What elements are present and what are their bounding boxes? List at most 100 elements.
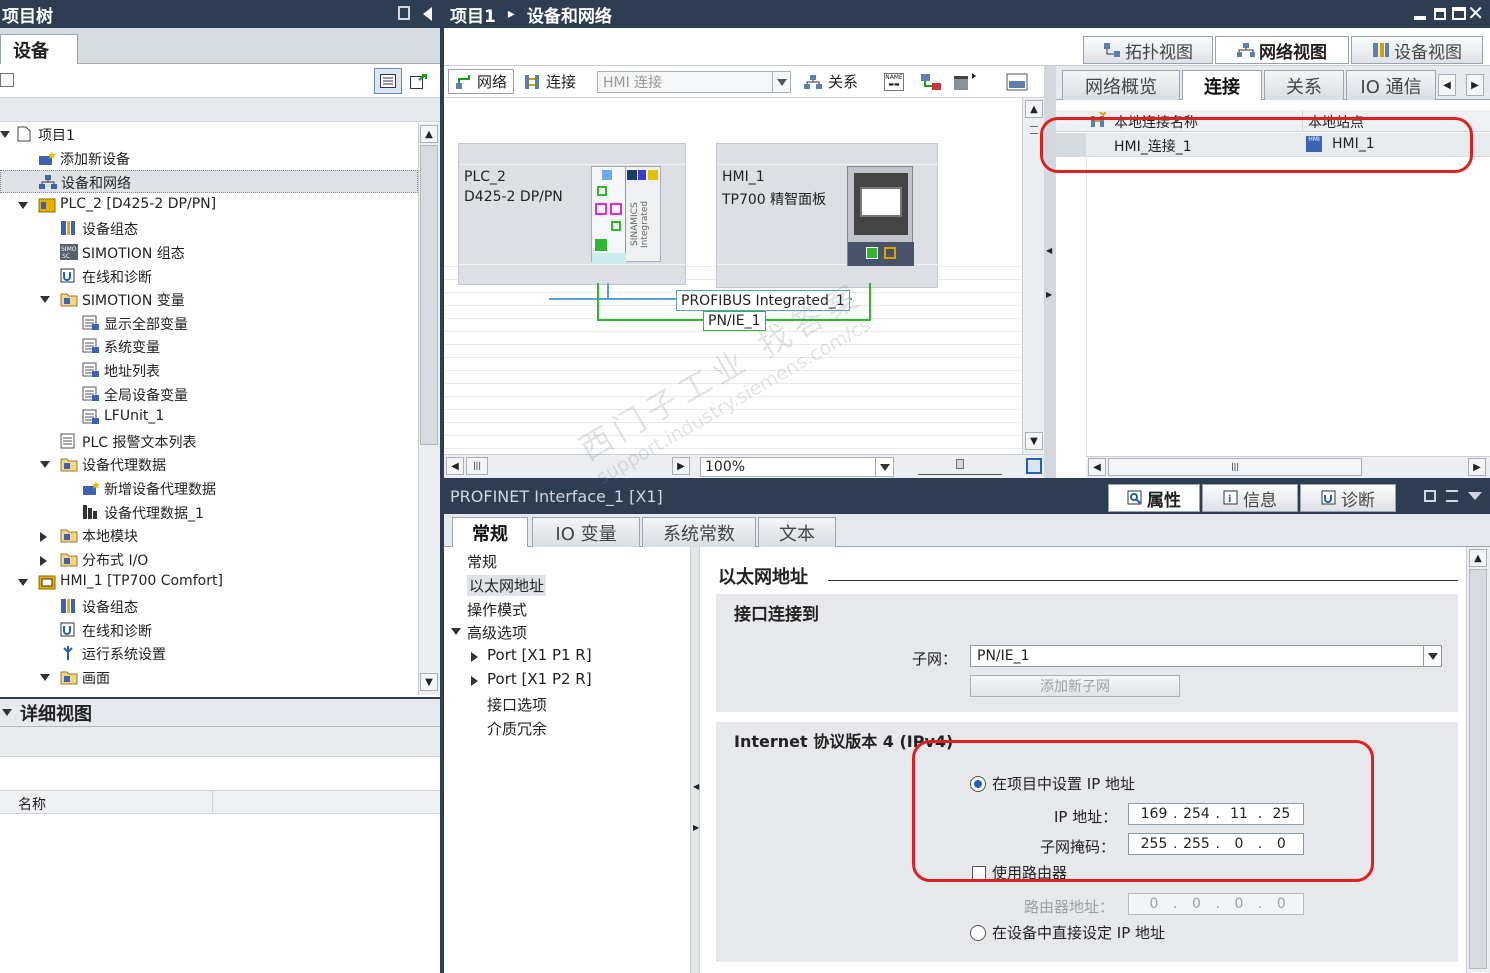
tree-item[interactable]: 设备和网络 <box>0 170 418 194</box>
tree-item[interactable]: 项目1 <box>0 123 418 146</box>
scroll-thumb[interactable] <box>420 145 438 445</box>
scroll-down-icon[interactable]: ▼ <box>420 673 438 691</box>
props-scroll-up-icon[interactable]: ▲ <box>1469 549 1487 567</box>
zoom-select[interactable]: 100% <box>700 457 894 477</box>
minimize-icon[interactable] <box>1414 16 1426 20</box>
list-view-icon[interactable] <box>374 68 402 94</box>
tab-system-constants[interactable]: 系统常数 <box>642 517 756 547</box>
nav-item[interactable]: 操作模式 <box>467 599 527 620</box>
connection-type-select[interactable]: HMI 连接 <box>597 71 791 93</box>
tab-io-communication[interactable]: IO 通信 <box>1346 70 1436 100</box>
nav-item[interactable]: 介质冗余 <box>487 718 547 739</box>
canvas-scroll-up-icon[interactable]: ▲ <box>1025 100 1043 118</box>
canvas-h-thumb[interactable]: ||| <box>466 457 488 475</box>
canvas-scroll-left-icon[interactable]: ◀ <box>446 457 464 475</box>
inspector-menu-icon[interactable] <box>1446 490 1458 502</box>
chevron-down-icon[interactable] <box>18 201 28 209</box>
tab-info[interactable]: i 信息 <box>1202 484 1298 512</box>
tab-device-view[interactable]: 设备视图 <box>1351 36 1483 64</box>
conn-scroll-left-icon[interactable]: ◀ <box>1088 458 1106 476</box>
canvas-scroll-down-icon[interactable]: ▼ <box>1025 432 1043 450</box>
tree-item[interactable]: 设备代理数据_1 <box>0 501 418 524</box>
overview-toggle-icon[interactable] <box>1006 72 1028 92</box>
tree-item[interactable]: 添加新设备 <box>0 147 418 170</box>
tree-item[interactable]: SIMOTION 变量 <box>0 288 418 311</box>
tree-item[interactable]: PLC 报警文本列表 <box>0 430 418 453</box>
tab-texts[interactable]: 文本 <box>758 517 836 547</box>
tab-properties[interactable]: 属性 <box>1108 484 1200 512</box>
chevron-down-icon[interactable] <box>18 579 28 587</box>
nav-splitter[interactable]: ◀ ▶ <box>690 547 700 973</box>
tree-item[interactable]: 在线和诊断 <box>0 619 418 642</box>
chevron-right-icon[interactable] <box>40 555 47 566</box>
connections-h-scrollbar[interactable]: ◀ ||| ▶ <box>1086 456 1490 478</box>
add-subnet-button[interactable]: 添加新子网 <box>970 675 1180 697</box>
tab-general[interactable]: 常规 <box>452 517 528 547</box>
chevron-right-icon[interactable] <box>471 652 478 663</box>
zoom-slider-thumb[interactable] <box>956 459 964 469</box>
nav-item[interactable]: 接口选项 <box>487 694 547 715</box>
tab-network-view[interactable]: 网络视图 <box>1215 36 1349 64</box>
tab-network-overview[interactable]: 网络概览 <box>1062 70 1180 100</box>
detail-col-name[interactable]: 名称 <box>18 794 46 814</box>
relations-button[interactable]: 关系 <box>804 69 870 94</box>
chevron-down-icon[interactable] <box>451 628 461 636</box>
scroll-up-icon[interactable]: ▲ <box>420 125 438 143</box>
collapse-left-icon[interactable] <box>423 7 432 21</box>
tab-devices[interactable]: 设备 <box>0 34 78 65</box>
tab-connections[interactable]: 连接 <box>1182 70 1262 101</box>
nav-item[interactable]: Port [X1 P1 R] <box>471 646 592 664</box>
maximize-icon[interactable] <box>1452 7 1466 20</box>
tree-item[interactable]: 本地模块 <box>0 524 418 547</box>
chevron-down-icon[interactable] <box>40 673 50 681</box>
tree-item[interactable]: LFUnit_1 <box>0 406 418 429</box>
nav-item[interactable]: 高级选项 <box>451 622 527 643</box>
properties-scrollbar[interactable]: ▲ <box>1466 547 1490 973</box>
chevron-down-icon[interactable] <box>0 131 10 138</box>
network-tool-icon[interactable] <box>920 72 942 92</box>
nav-item[interactable]: 常规 <box>467 551 497 572</box>
props-scroll-thumb[interactable] <box>1469 569 1487 969</box>
inspector-collapse-icon[interactable] <box>1468 492 1482 500</box>
restore-icon[interactable] <box>1434 8 1446 20</box>
canvas-scroll-right-icon[interactable]: ▶ <box>672 457 690 475</box>
tree-item[interactable]: 分布式 I/O <box>0 548 418 571</box>
tab-topology-view[interactable]: 拓扑视图 <box>1083 36 1213 64</box>
close-icon[interactable]: ✕ <box>1467 1 1484 25</box>
tabs-scroll-right-icon[interactable]: ▶ <box>1466 74 1484 96</box>
overview-navigation-icon[interactable] <box>1026 458 1042 474</box>
pin-icon[interactable] <box>398 6 410 20</box>
router-address-field[interactable]: 0. 0. 0. 0 <box>1128 893 1304 915</box>
tree-item[interactable]: 画面 <box>0 666 418 689</box>
set-on-device-radio[interactable]: 在设备中直接设定 IP 地址 <box>970 922 1165 943</box>
tree-item[interactable]: SIMO SC SIMOTION 组态 <box>0 241 418 264</box>
tree-item[interactable]: PLC_2 [D425-2 DP/PN] <box>0 194 418 217</box>
export-icon[interactable] <box>406 68 432 94</box>
tab-diagnostics[interactable]: 诊断 <box>1300 484 1396 512</box>
chevron-down-icon[interactable] <box>40 461 50 469</box>
chevron-right-icon[interactable] <box>471 676 478 686</box>
tab-relations[interactable]: 关系 <box>1264 70 1344 100</box>
tabs-scroll-left-icon[interactable]: ◀ <box>1438 74 1456 96</box>
pnie-label[interactable]: PN/IE_1 <box>703 311 766 331</box>
tree-item[interactable]: 显示全部变量 <box>0 312 418 335</box>
breadcrumb-project[interactable]: 项目1 <box>450 2 496 27</box>
tree-item[interactable]: 系统变量 <box>0 335 418 358</box>
show-names-icon[interactable]: NAME ▬▬ <box>884 73 904 91</box>
tree-item[interactable]: 在线和诊断 <box>0 265 418 288</box>
subnet-select[interactable]: PN/IE_1 <box>970 645 1442 667</box>
zoom-slider[interactable] <box>918 459 1002 475</box>
detail-view-header[interactable]: 详细视图 <box>0 697 440 727</box>
tree-item[interactable]: 设备代理数据 <box>0 453 418 476</box>
conn-scroll-right-icon[interactable]: ▶ <box>1468 458 1486 476</box>
tree-item[interactable]: 运行系统设置 <box>0 642 418 665</box>
tree-item[interactable]: 全局设备变量 <box>0 383 418 406</box>
tree-item[interactable]: 设备组态 <box>0 217 418 240</box>
profibus-label[interactable]: PROFIBUS Integrated_1 <box>676 290 850 311</box>
tree-item[interactable]: 新增设备代理数据 <box>0 477 418 500</box>
tree-item[interactable]: HMI_1 [TP700 Comfort] <box>0 571 418 594</box>
tree-item[interactable]: 地址列表 <box>0 359 418 382</box>
tab-io-tags[interactable]: IO 变量 <box>532 517 640 547</box>
connections-mode-button[interactable]: 连接 <box>524 69 590 94</box>
chevron-down-icon[interactable] <box>40 296 50 304</box>
